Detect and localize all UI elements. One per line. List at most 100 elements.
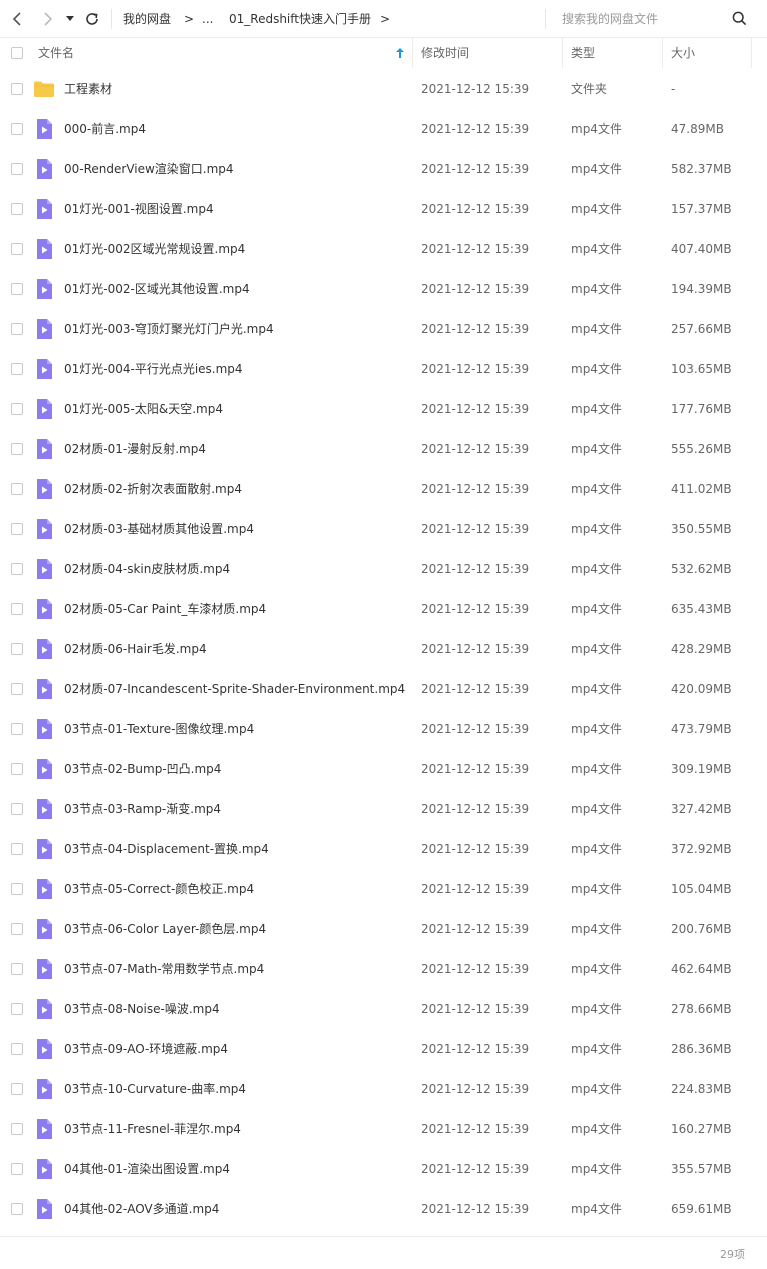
file-name[interactable]: 工程素材 bbox=[64, 80, 112, 98]
row-checkbox[interactable] bbox=[11, 923, 23, 935]
row-checkbox[interactable] bbox=[11, 163, 23, 175]
file-row[interactable]: 02材质-06-Hair毛发.mp4 2021-12-12 15:39 mp4文件 4… bbox=[0, 629, 767, 669]
file-row[interactable]: 04其他-01-渲染出图设置.mp4 2021-12-12 15:39 mp4文件 3… bbox=[0, 1149, 767, 1189]
file-row[interactable]: 03节点-01-Texture-图像纹理.mp4 2021-12-12 15:39… bbox=[0, 709, 767, 749]
row-checkbox[interactable] bbox=[11, 1003, 23, 1015]
select-all-checkbox[interactable] bbox=[11, 47, 23, 59]
row-checkbox[interactable] bbox=[11, 203, 23, 215]
file-name[interactable]: 02材质-06-Hair毛发.mp4 bbox=[64, 640, 207, 658]
file-name[interactable]: 02材质-07-Incandescent-Sprite-Shader-Envir… bbox=[64, 680, 405, 698]
row-checkbox[interactable] bbox=[11, 603, 23, 615]
row-checkbox[interactable] bbox=[11, 283, 23, 295]
column-header-type[interactable]: 类型 bbox=[571, 38, 595, 68]
file-name[interactable]: 03节点-01-Texture-图像纹理.mp4 bbox=[64, 720, 254, 738]
row-checkbox[interactable] bbox=[11, 443, 23, 455]
row-checkbox[interactable] bbox=[11, 763, 23, 775]
file-name[interactable]: 02材质-01-漫射反射.mp4 bbox=[64, 440, 206, 458]
row-checkbox[interactable] bbox=[11, 1043, 23, 1055]
file-name[interactable]: 03节点-08-Noise-噪波.mp4 bbox=[64, 1000, 220, 1018]
row-checkbox[interactable] bbox=[11, 1123, 23, 1135]
row-checkbox[interactable] bbox=[11, 1083, 23, 1095]
file-name[interactable]: 01灯光-003-穹顶灯聚光灯门户光.mp4 bbox=[64, 320, 274, 338]
history-dropdown-button[interactable] bbox=[61, 8, 79, 30]
file-name[interactable]: 01灯光-002区域光常规设置.mp4 bbox=[64, 240, 245, 258]
file-row[interactable]: 03节点-05-Correct-颜色校正.mp4 2021-12-12 15:39… bbox=[0, 869, 767, 909]
file-name[interactable]: 03节点-11-Fresnel-菲涅尔.mp4 bbox=[64, 1120, 241, 1138]
column-divider[interactable] bbox=[562, 38, 563, 68]
file-name[interactable]: 01灯光-001-视图设置.mp4 bbox=[64, 200, 214, 218]
row-checkbox[interactable] bbox=[11, 323, 23, 335]
breadcrumb-ellipsis[interactable]: ... bbox=[202, 10, 213, 28]
search-icon[interactable] bbox=[732, 11, 747, 26]
breadcrumb-root[interactable]: 我的网盘 bbox=[123, 10, 171, 28]
back-button[interactable] bbox=[7, 8, 29, 30]
file-name[interactable]: 03节点-05-Correct-颜色校正.mp4 bbox=[64, 880, 254, 898]
column-divider[interactable] bbox=[412, 38, 413, 68]
file-row[interactable]: 01灯光-003-穹顶灯聚光灯门户光.mp4 2021-12-12 15:39 mp… bbox=[0, 309, 767, 349]
file-row[interactable]: 02材质-02-折射次表面散射.mp4 2021-12-12 15:39 mp4文件… bbox=[0, 469, 767, 509]
file-name[interactable]: 02材质-02-折射次表面散射.mp4 bbox=[64, 480, 242, 498]
sort-ascending-icon[interactable] bbox=[396, 48, 404, 58]
file-row[interactable]: 03节点-02-Bump-凹凸.mp4 2021-12-12 15:39 mp4文件… bbox=[0, 749, 767, 789]
row-checkbox[interactable] bbox=[11, 803, 23, 815]
row-checkbox[interactable] bbox=[11, 483, 23, 495]
file-name[interactable]: 03节点-09-AO-环境遮蔽.mp4 bbox=[64, 1040, 228, 1058]
file-name[interactable]: 03节点-02-Bump-凹凸.mp4 bbox=[64, 760, 221, 778]
file-name[interactable]: 02材质-05-Car Paint_车漆材质.mp4 bbox=[64, 600, 266, 618]
column-header-size[interactable]: 大小 bbox=[671, 38, 695, 68]
file-row[interactable]: 03节点-04-Displacement-置换.mp4 2021-12-12 15… bbox=[0, 829, 767, 869]
file-name[interactable]: 04其他-02-AOV多通道.mp4 bbox=[64, 1200, 219, 1218]
file-name[interactable]: 00-RenderView渲染窗口.mp4 bbox=[64, 160, 234, 178]
file-name[interactable]: 03节点-06-Color Layer-颜色层.mp4 bbox=[64, 920, 266, 938]
file-row[interactable]: 02材质-05-Car Paint_车漆材质.mp4 2021-12-12 15:… bbox=[0, 589, 767, 629]
row-checkbox[interactable] bbox=[11, 1203, 23, 1215]
row-checkbox[interactable] bbox=[11, 243, 23, 255]
file-row[interactable]: 03节点-07-Math-常用数学节点.mp4 2021-12-12 15:39 m… bbox=[0, 949, 767, 989]
column-divider[interactable] bbox=[751, 38, 752, 68]
file-row[interactable]: 02材质-01-漫射反射.mp4 2021-12-12 15:39 mp4文件 555… bbox=[0, 429, 767, 469]
file-name[interactable]: 01灯光-004-平行光点光ies.mp4 bbox=[64, 360, 243, 378]
file-row[interactable]: 00-RenderView渲染窗口.mp4 2021-12-12 15:39 mp4… bbox=[0, 149, 767, 189]
file-row[interactable]: 01灯光-001-视图设置.mp4 2021-12-12 15:39 mp4文件 15… bbox=[0, 189, 767, 229]
row-checkbox[interactable] bbox=[11, 123, 23, 135]
search-input[interactable] bbox=[546, 8, 726, 30]
row-checkbox[interactable] bbox=[11, 643, 23, 655]
column-header-name[interactable]: 文件名 bbox=[38, 38, 74, 68]
file-name[interactable]: 03节点-07-Math-常用数学节点.mp4 bbox=[64, 960, 264, 978]
file-name[interactable]: 02材质-04-skin皮肤材质.mp4 bbox=[64, 560, 230, 578]
file-row[interactable]: 工程素材 2021-12-12 15:39 文件夹 - bbox=[0, 69, 767, 109]
file-row[interactable]: 01灯光-005-太阳&天空.mp4 2021-12-12 15:39 mp4文件 1… bbox=[0, 389, 767, 429]
file-row[interactable]: 01灯光-002-区域光其他设置.mp4 2021-12-12 15:39 mp4文… bbox=[0, 269, 767, 309]
row-checkbox[interactable] bbox=[11, 723, 23, 735]
row-checkbox[interactable] bbox=[11, 563, 23, 575]
file-name[interactable]: 03节点-04-Displacement-置换.mp4 bbox=[64, 840, 269, 858]
row-checkbox[interactable] bbox=[11, 683, 23, 695]
column-header-modified[interactable]: 修改时间 bbox=[421, 38, 469, 68]
file-row[interactable]: 01灯光-004-平行光点光ies.mp4 2021-12-12 15:39 mp4… bbox=[0, 349, 767, 389]
file-row[interactable]: 04其他-02-AOV多通道.mp4 2021-12-12 15:39 mp4文件 6… bbox=[0, 1189, 767, 1229]
row-checkbox[interactable] bbox=[11, 963, 23, 975]
refresh-button[interactable] bbox=[81, 8, 103, 30]
file-row[interactable]: 000-前言.mp4 2021-12-12 15:39 mp4文件 47.89MB bbox=[0, 109, 767, 149]
file-row[interactable]: 03节点-08-Noise-噪波.mp4 2021-12-12 15:39 mp4文… bbox=[0, 989, 767, 1029]
file-name[interactable]: 01灯光-005-太阳&天空.mp4 bbox=[64, 400, 223, 418]
row-checkbox[interactable] bbox=[11, 843, 23, 855]
file-row[interactable]: 03节点-11-Fresnel-菲涅尔.mp4 2021-12-12 15:39 m… bbox=[0, 1109, 767, 1149]
file-row[interactable]: 01灯光-002区域光常规设置.mp4 2021-12-12 15:39 mp4文件… bbox=[0, 229, 767, 269]
row-checkbox[interactable] bbox=[11, 83, 23, 95]
file-row[interactable]: 03节点-10-Curvature-曲率.mp4 2021-12-12 15:39… bbox=[0, 1069, 767, 1109]
row-checkbox[interactable] bbox=[11, 363, 23, 375]
forward-button[interactable] bbox=[36, 8, 58, 30]
file-row[interactable]: 03节点-06-Color Layer-颜色层.mp4 2021-12-12 15… bbox=[0, 909, 767, 949]
column-divider[interactable] bbox=[662, 38, 663, 68]
file-name[interactable]: 04其他-01-渲染出图设置.mp4 bbox=[64, 1160, 230, 1178]
row-checkbox[interactable] bbox=[11, 403, 23, 415]
row-checkbox[interactable] bbox=[11, 883, 23, 895]
file-name[interactable]: 03节点-03-Ramp-渐变.mp4 bbox=[64, 800, 221, 818]
file-name[interactable]: 02材质-03-基础材质其他设置.mp4 bbox=[64, 520, 254, 538]
file-row[interactable]: 03节点-09-AO-环境遮蔽.mp4 2021-12-12 15:39 mp4文件… bbox=[0, 1029, 767, 1069]
file-row[interactable]: 02材质-03-基础材质其他设置.mp4 2021-12-12 15:39 mp4文… bbox=[0, 509, 767, 549]
row-checkbox[interactable] bbox=[11, 1163, 23, 1175]
file-row[interactable]: 02材质-07-Incandescent-Sprite-Shader-Envir… bbox=[0, 669, 767, 709]
file-name[interactable]: 03节点-10-Curvature-曲率.mp4 bbox=[64, 1080, 246, 1098]
